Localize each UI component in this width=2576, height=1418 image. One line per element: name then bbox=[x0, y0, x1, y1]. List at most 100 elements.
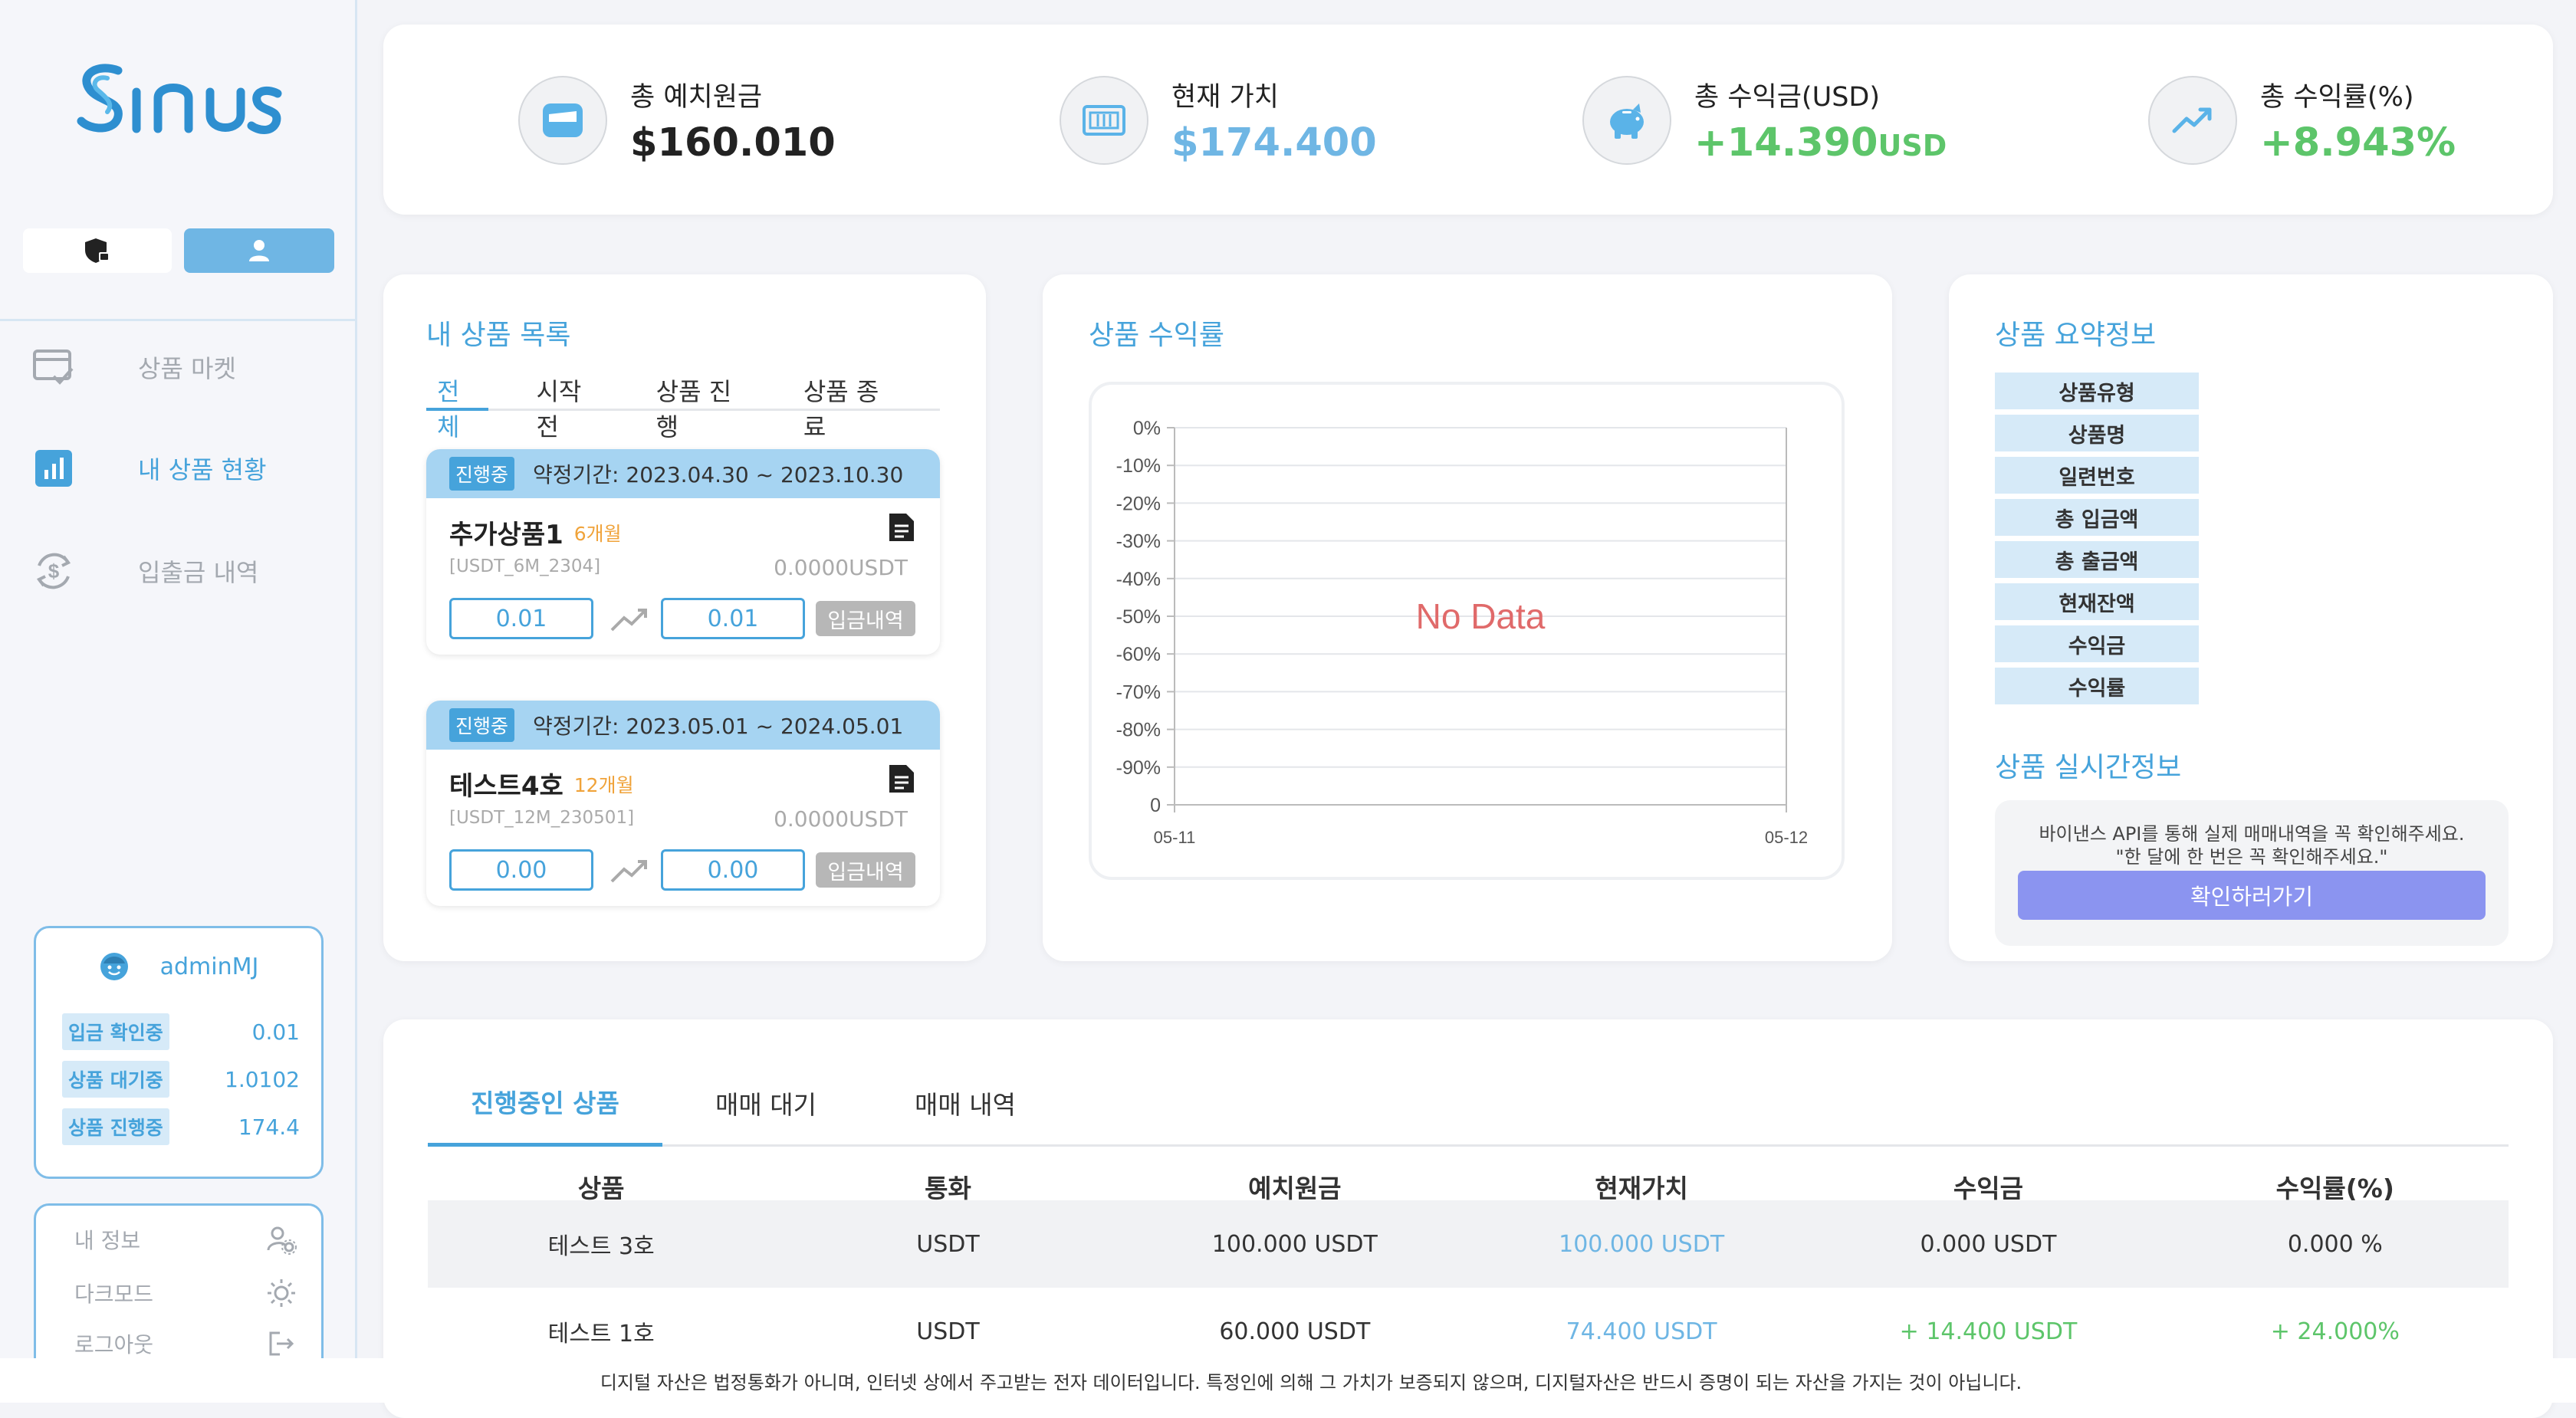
user-stat-value: 0.01 bbox=[251, 1019, 300, 1045]
user-stat-value: 174.4 bbox=[238, 1114, 300, 1140]
stat-label: 총 예치원금 bbox=[630, 82, 763, 113]
cell-current-value: 100.000 USDT bbox=[1559, 1230, 1725, 1258]
stats-card: 총 예치원금 $160.010 현재 가치 $174.400 총 수익금(USD… bbox=[383, 25, 2553, 215]
product-duration: 6개월 bbox=[573, 522, 622, 545]
admin-mode-button[interactable] bbox=[23, 228, 172, 273]
nav-item-deposit-history[interactable]: $ 입출금 내역 bbox=[31, 544, 337, 598]
user-stat-row: 입금 확인중 0.01 bbox=[62, 1013, 300, 1050]
document-icon[interactable] bbox=[888, 763, 915, 794]
tab-before-start[interactable]: 시작전 bbox=[525, 373, 608, 441]
smiley-avatar-icon bbox=[100, 953, 128, 980]
stat-current-value: 현재 가치 $174.400 bbox=[1060, 71, 1377, 170]
return-chart-card: 상품 수익률 0% -10% -20% -30% -40% -50% -60% -70% -80… bbox=[1043, 274, 1892, 961]
shield-lock-icon bbox=[85, 238, 110, 263]
product-summary-card: 상품 요약정보 상품유형 상품명 일련번호 총 입금액 총 출금액 현재잔액 수… bbox=[1949, 274, 2553, 961]
user-stat-label: 입금 확인중 bbox=[62, 1013, 169, 1050]
check-button[interactable]: 확인하러가기 bbox=[2018, 871, 2486, 920]
stat-value: +8.943% bbox=[2260, 120, 2456, 166]
summary-field: 총 출금액 bbox=[1995, 541, 2199, 578]
y-tick-label: -30% bbox=[1116, 531, 1161, 553]
table-tabs: 진행중인 상품 매매 대기 매매 내역 bbox=[428, 1059, 2509, 1147]
stat-total-return-rate: 총 수익률(%) +8.943% bbox=[2148, 71, 2456, 170]
sun-icon bbox=[268, 1279, 295, 1307]
product-balance: 0.0000USDT bbox=[774, 806, 908, 832]
realtime-title: 상품 실시간정보 bbox=[1995, 752, 2182, 783]
y-tick-label: 0% bbox=[1133, 418, 1161, 439]
table-row[interactable]: 테스트 3호 USDT 100.000 USDT 100.000 USDT 0.… bbox=[428, 1200, 2509, 1288]
tab-active-products[interactable]: 진행중인 상품 bbox=[428, 1059, 662, 1147]
sinus-logo[interactable] bbox=[74, 61, 285, 138]
product-code: [USDT_12M_230501] bbox=[449, 808, 635, 828]
summary-field: 상품유형 bbox=[1995, 373, 2199, 409]
contract-period: 약정기간: 2023.04.30 ~ 2023.10.30 bbox=[533, 462, 904, 487]
user-stat-label: 상품 진행중 bbox=[62, 1108, 169, 1145]
logout-icon bbox=[269, 1331, 294, 1356]
card-check-icon bbox=[31, 344, 77, 390]
product-name: 테스트4호 bbox=[449, 771, 564, 802]
menu-label: 다크모드 bbox=[74, 1282, 154, 1307]
stat-label: 총 수익률(%) bbox=[2260, 82, 2414, 113]
y-tick-label: -20% bbox=[1116, 493, 1161, 514]
tab-ended[interactable]: 상품 종료 bbox=[793, 373, 903, 441]
product-duration: 12개월 bbox=[573, 773, 634, 796]
tab-in-progress[interactable]: 상품 진행 bbox=[646, 373, 756, 441]
y-tick-label: -70% bbox=[1116, 681, 1161, 703]
sidebar: 상품 마켓 내 상품 현황 $ 입출금 내역 adminMJ 입금 확인중 0.… bbox=[0, 0, 357, 1403]
y-tick-label: -90% bbox=[1116, 757, 1161, 779]
product-card-header: 진행중 약정기간: 2023.05.01 ~ 2024.05.01 bbox=[426, 701, 940, 750]
user-summary-card: adminMJ 입금 확인중 0.01 상품 대기중 1.0102 상품 진행중… bbox=[34, 926, 324, 1179]
user-header: adminMJ bbox=[36, 951, 321, 982]
menu-label: 로그아웃 bbox=[74, 1332, 154, 1357]
document-icon[interactable] bbox=[888, 512, 915, 543]
contract-period: 약정기간: 2023.05.01 ~ 2024.05.01 bbox=[533, 714, 904, 739]
chart-frame: 0% -10% -20% -30% -40% -50% -60% -70% -80% -90% 0 0… bbox=[1089, 382, 1845, 880]
stat-value: $174.400 bbox=[1171, 120, 1377, 166]
product-card[interactable]: 진행중 약정기간: 2023.04.30 ~ 2023.10.30 추가상품1 … bbox=[426, 449, 940, 655]
trend-up-icon bbox=[2148, 76, 2237, 165]
user-gear-icon bbox=[267, 1226, 297, 1255]
x-tick-label: 05-12 bbox=[1765, 828, 1808, 847]
summary-field: 수익금 bbox=[1995, 625, 2199, 662]
summary-field: 일련번호 bbox=[1995, 457, 2199, 494]
y-tick-label: -10% bbox=[1116, 455, 1161, 477]
nav-label: 상품 마켓 bbox=[138, 354, 236, 383]
menu-label: 내 정보 bbox=[74, 1228, 141, 1253]
stat-label: 현재 가치 bbox=[1171, 82, 1279, 113]
product-name-row: 테스트4호 12개월 bbox=[449, 765, 634, 803]
menu-dark-mode[interactable]: 다크모드 bbox=[74, 1270, 297, 1316]
tab-trade-history[interactable]: 매매 내역 bbox=[869, 1059, 1061, 1147]
product-card[interactable]: 진행중 약정기간: 2023.05.01 ~ 2024.05.01 테스트4호 … bbox=[426, 701, 940, 906]
product-balance: 0.0000USDT bbox=[774, 555, 908, 580]
deposit-history-button[interactable]: 입금내역 bbox=[816, 852, 915, 888]
stat-value: $160.010 bbox=[630, 120, 836, 166]
nav-item-my-products[interactable]: 내 상품 현황 bbox=[31, 441, 337, 495]
cell-product: 테스트 3호 bbox=[547, 1233, 655, 1260]
stat-total-deposit: 총 예치원금 $160.010 bbox=[518, 71, 836, 170]
x-tick-label: 05-11 bbox=[1154, 828, 1196, 847]
nav-label: 입출금 내역 bbox=[138, 558, 259, 587]
svg-text:$: $ bbox=[48, 560, 60, 583]
start-amount-box: 0.00 bbox=[449, 849, 593, 891]
cell-currency: USDT bbox=[916, 1230, 980, 1258]
stat-value: +14.390USD bbox=[1694, 120, 1947, 166]
stat-unit: USD bbox=[1878, 129, 1947, 162]
product-filter-tabs: 전체 시작전 상품 진행 상품 종료 bbox=[426, 373, 940, 441]
username: adminMJ bbox=[159, 953, 259, 980]
product-name-row: 추가상품1 6개월 bbox=[449, 514, 622, 551]
trend-arrow-icon bbox=[610, 609, 647, 632]
tab-trade-pending[interactable]: 매매 대기 bbox=[662, 1059, 869, 1147]
my-products-card: 내 상품 목록 전체 시작전 상품 진행 상품 종료 진행중 약정기간: 202… bbox=[383, 274, 986, 961]
summary-title: 상품 요약정보 bbox=[1995, 320, 2157, 351]
current-amount-box: 0.01 bbox=[661, 598, 805, 639]
dollar-cycle-icon: $ bbox=[31, 548, 77, 594]
y-tick-label: -40% bbox=[1116, 569, 1161, 590]
tab-all[interactable]: 전체 bbox=[426, 373, 489, 441]
wallet-icon bbox=[518, 76, 607, 165]
user-stat-row: 상품 진행중 174.4 bbox=[62, 1108, 300, 1145]
nav-label: 내 상품 현황 bbox=[138, 455, 267, 484]
deposit-history-button[interactable]: 입금내역 bbox=[816, 601, 915, 636]
menu-my-info[interactable]: 내 정보 bbox=[74, 1216, 297, 1262]
start-amount-box: 0.01 bbox=[449, 598, 593, 639]
user-mode-button[interactable] bbox=[184, 228, 334, 273]
nav-item-product-market[interactable]: 상품 마켓 bbox=[31, 340, 337, 394]
